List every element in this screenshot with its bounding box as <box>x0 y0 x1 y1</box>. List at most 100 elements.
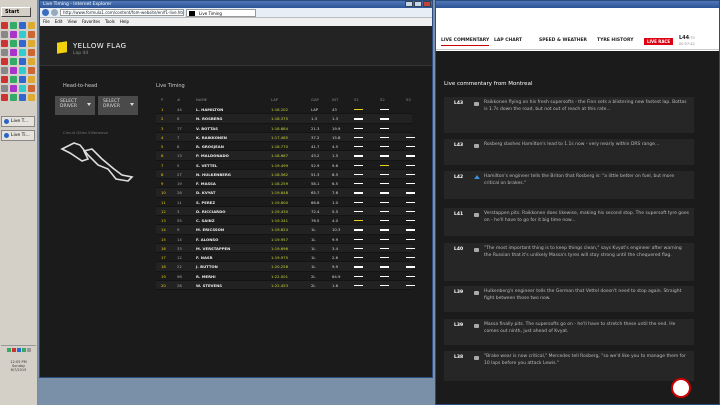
quick-launch-icon[interactable] <box>1 22 8 29</box>
quick-launch-icon[interactable] <box>1 40 8 47</box>
quick-launch-icon[interactable] <box>19 31 26 38</box>
sector-bar <box>354 109 363 111</box>
quick-launch-icon[interactable] <box>19 49 26 56</box>
quick-launch-icon[interactable] <box>10 76 17 83</box>
tray-icon[interactable] <box>26 348 31 352</box>
quick-launch-icon[interactable] <box>1 94 8 101</box>
taskbar-button-live-timing-1[interactable]: Live T... <box>1 116 35 127</box>
close-button[interactable] <box>423 1 431 7</box>
tray-icon[interactable] <box>21 348 26 352</box>
sector-bar <box>406 220 415 222</box>
sector-bar <box>354 266 363 268</box>
select-driver-1[interactable]: SELECT DRIVER <box>55 96 95 115</box>
chevron-down-icon <box>130 103 134 106</box>
quick-launch-icon[interactable] <box>10 58 17 65</box>
quick-launch-icon[interactable] <box>28 85 35 92</box>
quick-launch-icon[interactable] <box>28 31 35 38</box>
table-row[interactable]: 18 22 J. BUTTON 1:20.258 1L 9.9 <box>156 262 415 272</box>
quick-launch-icon[interactable] <box>10 67 17 74</box>
tab-tyre-history[interactable]: TYRE HISTORY <box>597 38 634 43</box>
quick-launch-icon[interactable] <box>19 58 26 65</box>
quick-launch-icon[interactable] <box>10 31 17 38</box>
quick-launch-icon[interactable] <box>28 22 35 29</box>
menu-tools[interactable]: Tools <box>105 18 115 25</box>
commentary-lap: L40 <box>454 247 464 252</box>
sector-bar <box>406 173 415 176</box>
quick-launch-icon[interactable] <box>10 49 17 56</box>
maximize-button[interactable] <box>414 1 422 7</box>
table-row[interactable]: 10 26 D. KVYAT 1:19.648 65.7 7.6 <box>156 188 415 198</box>
commentary-window: LIVE COMMENTARY LAP CHART SPEED & WEATHE… <box>435 0 720 405</box>
tray-icon[interactable] <box>6 348 11 352</box>
tab-live-timing[interactable]: Live Timing <box>186 8 256 17</box>
cell-p: 2 <box>161 116 164 122</box>
table-row[interactable]: 3 77 V. BOTTAS 1:18.684 21.3 19.9 <box>156 124 412 133</box>
menu-view[interactable]: View <box>67 18 77 25</box>
table-row[interactable]: 13 55 C. SAINZ 1:19.341 76.5 4.0 <box>156 216 415 226</box>
cell-lap: 1:18.562 <box>271 171 288 177</box>
quick-launch-icon[interactable] <box>28 58 35 65</box>
back-icon[interactable] <box>42 9 49 16</box>
table-row[interactable]: 7 5 S. VETTEL 1:19.499 52.9 9.6 <box>156 161 415 170</box>
table-row[interactable]: 9 19 F. MASSA 1:18.259 58.1 6.5 <box>156 179 415 189</box>
quick-launch-icon[interactable] <box>28 40 35 47</box>
forward-icon[interactable] <box>51 9 58 16</box>
tray-icon[interactable] <box>11 348 16 352</box>
minimize-button[interactable] <box>405 1 413 7</box>
quick-launch-icon[interactable] <box>19 76 26 83</box>
tab-live-commentary[interactable]: LIVE COMMENTARY <box>441 38 490 46</box>
quick-launch-icon[interactable] <box>28 67 35 74</box>
start-button[interactable]: Start <box>1 7 31 17</box>
sector-bar <box>354 284 363 287</box>
quick-launch-icon[interactable] <box>1 67 8 74</box>
tab-lap-chart[interactable]: LAP CHART <box>494 38 522 43</box>
live-race-badge[interactable]: LIVE RACE <box>644 38 674 45</box>
table-row[interactable]: 4 7 K. RAIKKONEN 1:17.465 37.2 15.8 <box>156 132 415 142</box>
quick-launch-icon[interactable] <box>10 94 17 101</box>
quick-launch-icon[interactable] <box>28 76 35 83</box>
quick-launch-icon[interactable] <box>1 31 8 38</box>
table-row[interactable]: 2 6 N. ROSBERG 1:18.375 1.3 1.3 <box>156 114 412 124</box>
quick-launch-icon[interactable] <box>28 49 35 56</box>
quick-launch-icon[interactable] <box>19 94 26 101</box>
select-driver-2[interactable]: SELECT DRIVER <box>98 96 138 115</box>
quick-launch-icon[interactable] <box>1 49 8 56</box>
table-row[interactable]: 5 8 R. GROSJEAN 1:18.770 41.7 4.5 <box>156 142 415 152</box>
menu-help[interactable]: Help <box>120 18 129 25</box>
table-row[interactable]: 17 12 F. NASR 1:19.975 1L 2.6 <box>156 253 415 263</box>
address-bar[interactable]: http://www.formula1.com/content/fom-webs… <box>60 9 184 16</box>
f1-badge-icon[interactable] <box>671 378 691 398</box>
menu-bar: File Edit View Favorites Tools Help <box>40 18 432 25</box>
table-row[interactable]: 8 27 N. HULKENBERG 1:18.562 51.3 8.5 <box>156 169 415 179</box>
table-row[interactable]: 20 28 W. STEVENS 1:22.453 2L 1.6 <box>156 280 415 290</box>
table-row[interactable]: 1 44 L. HAMILTON 1:18.202 LAP 43 <box>156 105 412 115</box>
table-row[interactable]: 14 9 M. ERICSSON 1:19.824 1L 10.3 <box>156 225 415 235</box>
quick-launch-icon[interactable] <box>1 76 8 83</box>
taskbar-button-live-timing-2[interactable]: Live Ti... <box>1 130 35 141</box>
quick-launch-icon[interactable] <box>19 40 26 47</box>
table-row[interactable]: 16 33 M. VERSTAPPEN 1:19.696 1L 3.4 <box>156 243 415 253</box>
quick-launch-icon[interactable] <box>10 22 17 29</box>
table-row[interactable]: 6 13 P. MALDONADO 1:18.687 43.2 1.5 <box>156 151 415 161</box>
sector-bar <box>380 201 389 203</box>
tab-speed-weather[interactable]: SPEED & WEATHER <box>539 38 587 43</box>
menu-edit[interactable]: Edit <box>55 18 63 25</box>
cell-lap: 1:22.453 <box>271 282 288 288</box>
sector-bar <box>406 183 415 185</box>
table-row[interactable]: 15 14 F. ALONSO 1:19.957 1L 9.9 <box>156 235 415 244</box>
table-row[interactable]: 12 3 D. RICCIARDO 1:19.430 72.4 5.5 <box>156 206 415 216</box>
quick-launch-icon[interactable] <box>1 58 8 65</box>
table-row[interactable]: 19 98 R. MERHI 1:22.001 2L 64.9 <box>156 272 415 281</box>
menu-favorites[interactable]: Favorites <box>82 18 100 25</box>
quick-launch-icon[interactable] <box>19 85 26 92</box>
quick-launch-icon[interactable] <box>1 85 8 92</box>
quick-launch-icon[interactable] <box>19 22 26 29</box>
quick-launch-icon[interactable] <box>10 40 17 47</box>
table-row[interactable]: 11 11 S. PEREZ 1:19.600 66.8 1.0 <box>156 198 415 207</box>
tray-icon[interactable] <box>16 348 21 352</box>
cell-n: 7 <box>177 134 180 140</box>
menu-file[interactable]: File <box>43 18 50 25</box>
quick-launch-icon[interactable] <box>19 67 26 74</box>
quick-launch-icon[interactable] <box>10 85 17 92</box>
quick-launch-icon[interactable] <box>28 94 35 101</box>
